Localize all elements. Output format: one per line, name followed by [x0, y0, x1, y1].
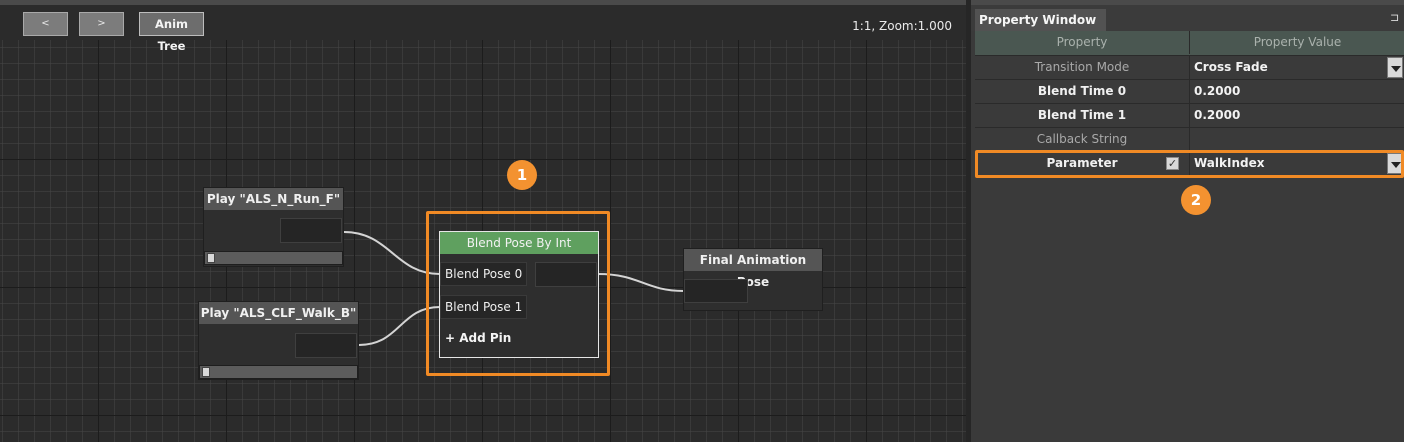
- node-title: Play "ALS_CLF_Walk_B": [199, 302, 358, 324]
- zoom-indicator: 1:1, Zoom:1.000: [852, 19, 952, 33]
- callout-badge-1: 1: [507, 160, 537, 190]
- final-animation-pose-node[interactable]: Final Animation Pose: [683, 248, 823, 311]
- node-title: Final Animation Pose: [684, 249, 822, 289]
- property-column-header: Property: [975, 31, 1190, 54]
- property-row-blend-time-0[interactable]: Blend Time 0 0.2000: [975, 80, 1404, 104]
- progress-bar[interactable]: [204, 251, 343, 265]
- forward-button[interactable]: >: [79, 12, 124, 36]
- input-pin[interactable]: [684, 279, 748, 303]
- property-name: Blend Time 1: [975, 104, 1190, 127]
- chevron-down-icon[interactable]: [1387, 57, 1403, 78]
- progress-handle[interactable]: [207, 253, 215, 263]
- anim-tree-button[interactable]: Anim Tree: [139, 12, 204, 53]
- graph-toolbar: < > Anim Tree 1:1, Zoom:1.000: [0, 0, 966, 53]
- node-title: Play "ALS_N_Run_F": [204, 188, 343, 210]
- play-node-run[interactable]: Play "ALS_N_Run_F": [203, 187, 344, 267]
- property-header-row: Property Property Value: [975, 31, 1404, 56]
- property-window: Property Window ⊐ Property Property Valu…: [966, 0, 1404, 442]
- play-node-walk[interactable]: Play "ALS_CLF_Walk_B": [198, 301, 359, 380]
- anim-graph-editor[interactable]: < > Anim Tree 1:1, Zoom:1.000 Play "ALS_…: [0, 0, 966, 442]
- property-row-transition-mode[interactable]: Transition Mode Cross Fade: [975, 56, 1404, 80]
- property-name: Blend Time 0: [975, 80, 1190, 103]
- transition-mode-select[interactable]: Cross Fade: [1191, 56, 1404, 79]
- back-button[interactable]: <: [23, 12, 68, 36]
- property-name: Transition Mode: [975, 56, 1190, 79]
- property-name: Callback String: [975, 128, 1190, 151]
- pin-icon[interactable]: ⊐: [1390, 12, 1402, 24]
- highlight-box-1: [426, 211, 610, 376]
- highlight-box-2: [975, 150, 1404, 178]
- callout-badge-2: 2: [1181, 185, 1211, 215]
- blend-time-1-field[interactable]: 0.2000: [1191, 104, 1404, 127]
- blend-time-0-field[interactable]: 0.2000: [1191, 80, 1404, 103]
- progress-handle[interactable]: [202, 367, 210, 377]
- property-row-callback-string[interactable]: Callback String: [975, 128, 1404, 152]
- progress-bar[interactable]: [199, 365, 358, 379]
- property-tab-bar: Property Window ⊐: [971, 0, 1404, 31]
- property-row-blend-time-1[interactable]: Blend Time 1 0.2000: [975, 104, 1404, 128]
- output-pin[interactable]: [295, 333, 357, 358]
- property-value-column-header: Property Value: [1253, 35, 1342, 49]
- callback-string-field[interactable]: [1191, 128, 1404, 151]
- output-pin[interactable]: [280, 218, 342, 243]
- tab-property-window[interactable]: Property Window: [975, 9, 1106, 31]
